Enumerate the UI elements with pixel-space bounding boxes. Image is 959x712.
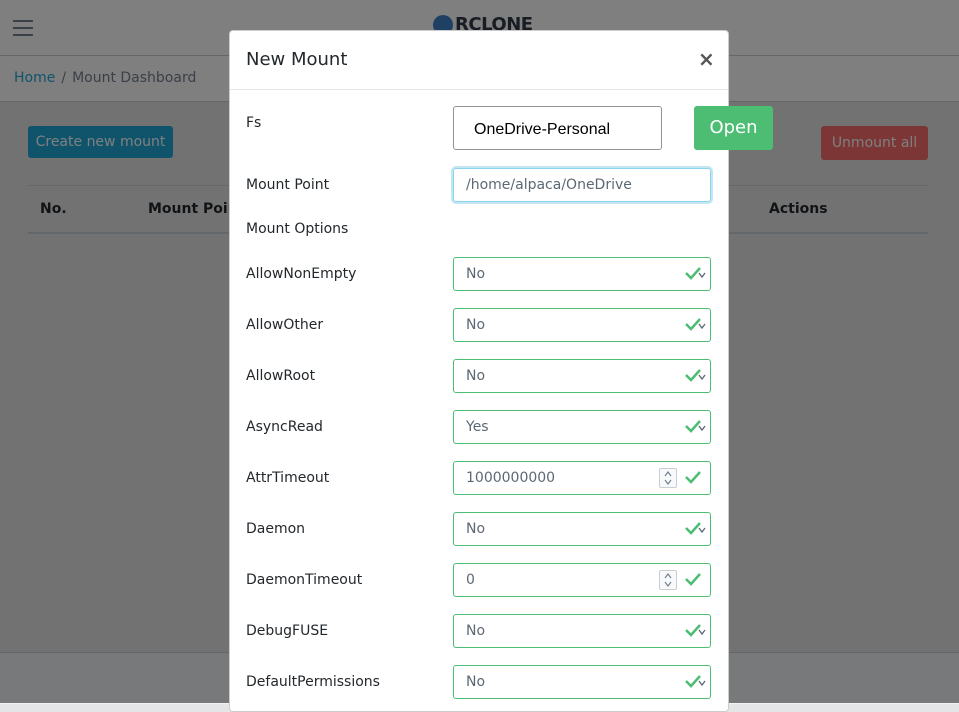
option-label-allownonempty: AllowNonEmpty [246,266,357,282]
allowroot-select[interactable]: No [453,359,711,393]
mount-point-input[interactable]: /home/alpaca/OneDrive [453,168,711,202]
open-button[interactable]: Open [694,106,773,150]
option-label-daemontimeout: DaemonTimeout [246,572,363,588]
allowother-value: No [466,317,486,333]
daemon-value: No [466,521,486,537]
allownonempty-value: No [466,266,486,282]
option-label-allowroot: AllowRoot [246,368,316,384]
daemon-select[interactable]: No [453,512,711,546]
daemontimeout-number-input[interactable]: 0 [453,563,711,597]
chevron-down-icon [698,267,706,279]
option-label-allowother: AllowOther [246,317,324,333]
attrtimeout-number-input[interactable]: 1000000000 [453,461,711,495]
daemontimeout-value: 0 [466,572,475,588]
allowother-select[interactable]: No [453,308,711,342]
option-label-debugfuse: DebugFUSE [246,623,329,639]
close-icon[interactable]: × [698,47,715,71]
chevron-down-icon [698,369,706,381]
option-label-asyncread: AsyncRead [246,419,323,435]
valid-check-icon [684,468,702,486]
attrtimeout-value: 1000000000 [466,470,556,486]
defaultpermissions-select[interactable]: No [453,665,711,699]
fs-label: Fs [246,115,262,131]
mount-options-heading: Mount Options [246,221,349,237]
defaultpermissions-value: No [466,674,486,690]
mount-point-label: Mount Point [246,177,330,193]
number-spinner-icon[interactable] [659,468,677,488]
chevron-down-icon [698,318,706,330]
allownonempty-select[interactable]: No [453,257,711,291]
new-mount-modal: New Mount × Fs OneDrive-Personal Open Mo… [229,30,773,712]
debugfuse-select[interactable]: No [453,614,711,648]
allowroot-value: No [466,368,486,384]
number-spinner-icon[interactable] [659,570,677,590]
debugfuse-value: No [466,623,486,639]
chevron-down-icon [698,420,706,432]
option-label-defaultpermissions: DefaultPermissions [246,674,380,690]
fs-input[interactable]: OneDrive-Personal [453,106,662,150]
asyncread-select[interactable]: Yes [453,410,711,444]
asyncread-value: Yes [466,419,489,435]
option-label-daemon: Daemon [246,521,306,537]
modal-header: New Mount × [230,31,728,90]
chevron-down-icon [698,624,706,636]
valid-check-icon [684,570,702,588]
chevron-down-icon [698,522,706,534]
chevron-down-icon [698,675,706,687]
modal-title: New Mount [246,49,348,70]
option-label-attrtimeout: AttrTimeout [246,470,330,486]
